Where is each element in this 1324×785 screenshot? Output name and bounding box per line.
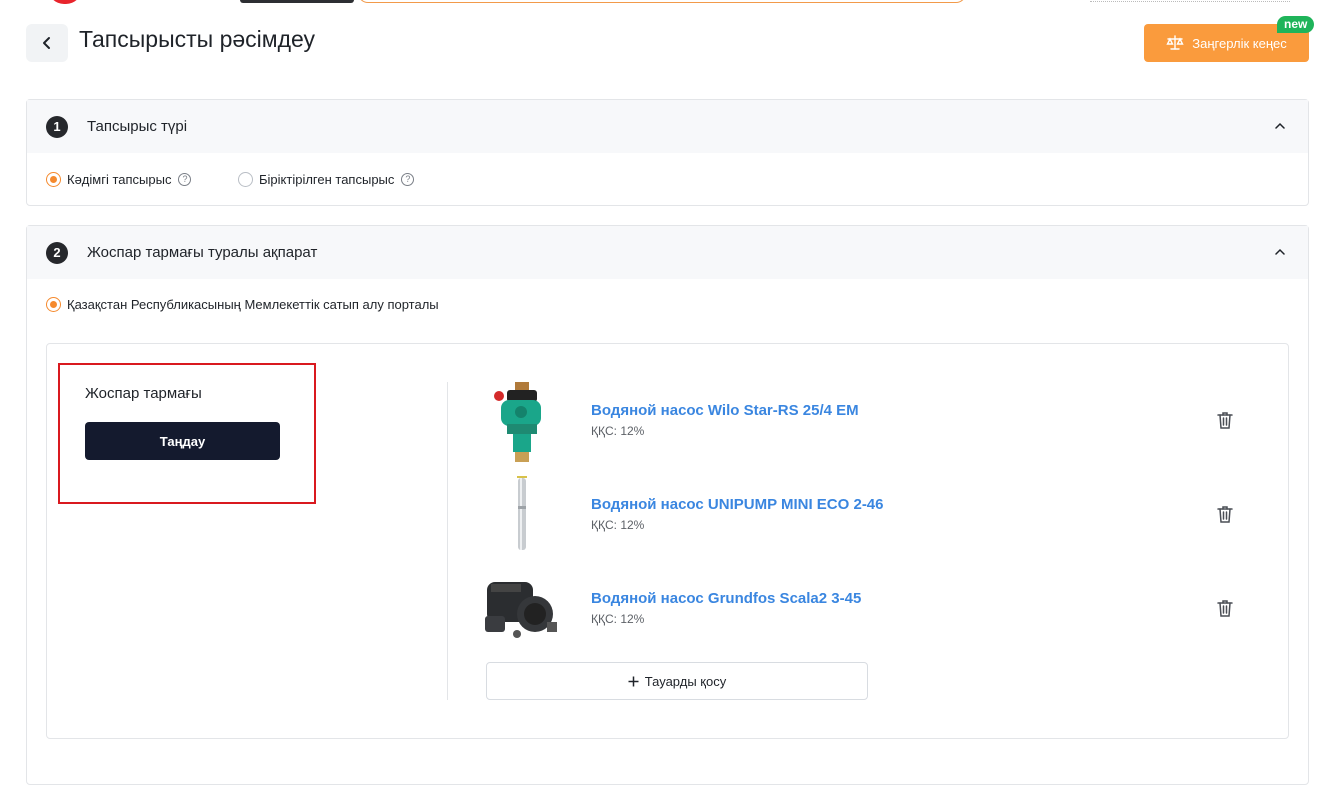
radio-label: Қазақстан Республикасының Мемлекеттік са… [67,297,439,312]
trash-icon[interactable] [1215,410,1235,430]
choose-button[interactable]: Таңдау [85,422,280,460]
grundfos-pump-image [485,582,557,638]
product-name[interactable]: Водяной насос UNIPUMP MINI ECO 2-46 [591,496,884,513]
header-links[interactable] [1090,0,1290,2]
back-arrow-icon [43,37,50,49]
section-title: Тапсырыс түрі [87,118,188,135]
scales-icon [1166,35,1184,50]
top-header-strip [0,0,1324,4]
product-item: Водяной насос Wilo Star-RS 25/4 EM ҚҚС: … [477,382,1257,462]
product-vat: ҚҚС: 12% [591,424,645,438]
step-number: 2 [46,241,68,264]
catalog-button[interactable] [240,0,354,3]
vertical-divider [447,382,448,700]
add-product-button[interactable]: Тауарды қосу [486,662,868,700]
add-product-label: Тауарды қосу [644,673,727,689]
plan-branch-panel: Жоспар тармағы Таңдау Водяной насос Wilo… [46,343,1289,739]
help-icon[interactable]: ? [401,173,415,186]
back-button[interactable] [26,24,68,62]
product-vat: ҚҚС: 12% [591,612,645,626]
radio-regular-order[interactable]: Кәдімгі тапсырыс ? [46,172,192,187]
page-title: Тапсырысты рәсімдеу [79,26,316,52]
chevron-up-icon[interactable] [1274,120,1286,132]
product-name[interactable]: Водяной насос Grundfos Scala2 3-45 [591,590,861,607]
section-title: Жоспар тармағы туралы ақпарат [87,244,318,261]
plan-branch-label: Жоспар тармағы [85,385,202,402]
plan-branch-highlight: Жоспар тармағы Таңдау [58,363,316,504]
product-name[interactable]: Водяной насос Wilo Star-RS 25/4 EM [591,402,859,419]
order-type-section: 1 Тапсырыс түрі Кәдімгі тапсырыс ? Бірік… [26,99,1309,206]
unipump-image [517,476,527,550]
chevron-up-icon[interactable] [1274,246,1286,258]
radio-button[interactable] [46,297,61,312]
plan-info-section: 2 Жоспар тармағы туралы ақпарат Қазақста… [26,225,1309,785]
radio-label: Кәдімгі тапсырыс [67,172,172,187]
order-type-header[interactable]: 1 Тапсырыс түрі [27,100,1308,153]
wilo-pump-image [494,382,541,462]
radio-button[interactable] [238,172,253,187]
brand-logo[interactable] [48,0,82,4]
trash-icon[interactable] [1215,598,1235,618]
product-vat: ҚҚС: 12% [591,518,645,532]
plan-info-header[interactable]: 2 Жоспар тармағы туралы ақпарат [27,226,1308,279]
plus-icon [628,676,639,686]
radio-button[interactable] [46,172,61,187]
legal-consult-label: Заңгерлік кеңес [1192,35,1287,51]
product-item: Водяной насос UNIPUMP MINI ECO 2-46 ҚҚС:… [477,476,1257,556]
radio-gov-portal[interactable]: Қазақстан Республикасының Мемлекеттік са… [46,297,439,312]
help-icon[interactable]: ? [178,173,192,186]
radio-label: Біріктірілген тапсырыс [259,172,395,187]
step-number: 1 [46,115,68,138]
product-item: Водяной насос Grundfos Scala2 3-45 ҚҚС: … [477,570,1257,650]
trash-icon[interactable] [1215,504,1235,524]
radio-combined-order[interactable]: Біріктірілген тапсырыс ? [238,172,415,187]
new-badge: new [1277,16,1315,33]
search-bar[interactable] [358,0,966,3]
